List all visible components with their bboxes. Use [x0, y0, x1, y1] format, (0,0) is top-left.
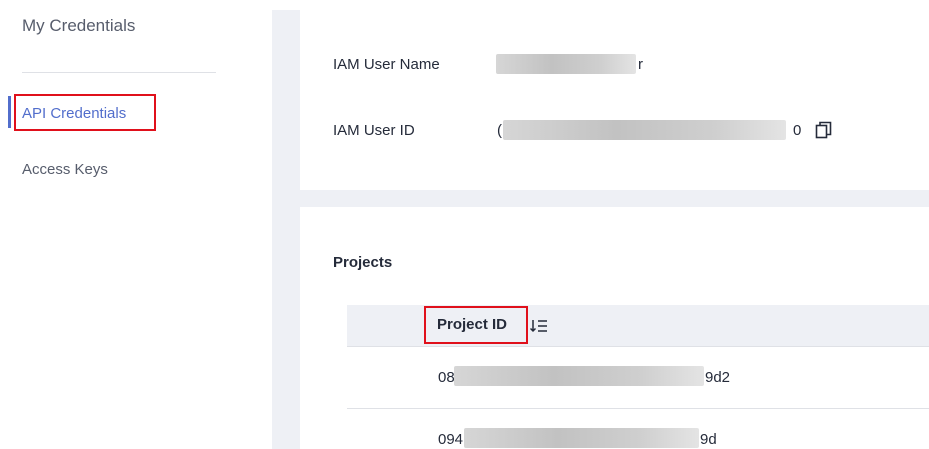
iam-user-id-redacted [503, 120, 786, 140]
sort-icon[interactable] [530, 318, 548, 334]
project-id-row-1-end: 9d2 [705, 369, 731, 386]
sidebar: My Credentials API Credentials Access Ke… [0, 0, 272, 449]
sidebar-active-indicator [8, 96, 11, 128]
projects-heading: Projects [333, 254, 393, 271]
iam-user-name-label: IAM User Name [333, 56, 440, 73]
highlight-box-project-id [424, 306, 528, 344]
copy-icon[interactable] [815, 121, 832, 139]
iam-user-id-value-start: ( [497, 122, 502, 139]
project-id-row-1-redacted [454, 366, 704, 386]
table-row-divider [347, 408, 929, 409]
table-row-divider [347, 346, 929, 347]
iam-user-name-value: r [638, 56, 643, 73]
project-id-row-2-end: 9d [700, 431, 717, 448]
sidebar-divider [22, 72, 216, 73]
project-id-row-2-start: 094 [438, 431, 464, 448]
iam-user-name-redacted [496, 54, 636, 74]
project-id-row-2-redacted [464, 428, 699, 448]
app-root: My Credentials API Credentials Access Ke… [0, 0, 929, 449]
iam-user-id-label: IAM User ID [333, 122, 415, 139]
sidebar-title: My Credentials [22, 16, 136, 35]
iam-user-id-value-end: 0 [793, 122, 802, 139]
credentials-card [300, 10, 929, 190]
sidebar-item-access-keys[interactable]: Access Keys [22, 161, 108, 178]
highlight-box-api-credentials [14, 94, 156, 131]
project-id-row-1-start: 08 [438, 369, 455, 386]
